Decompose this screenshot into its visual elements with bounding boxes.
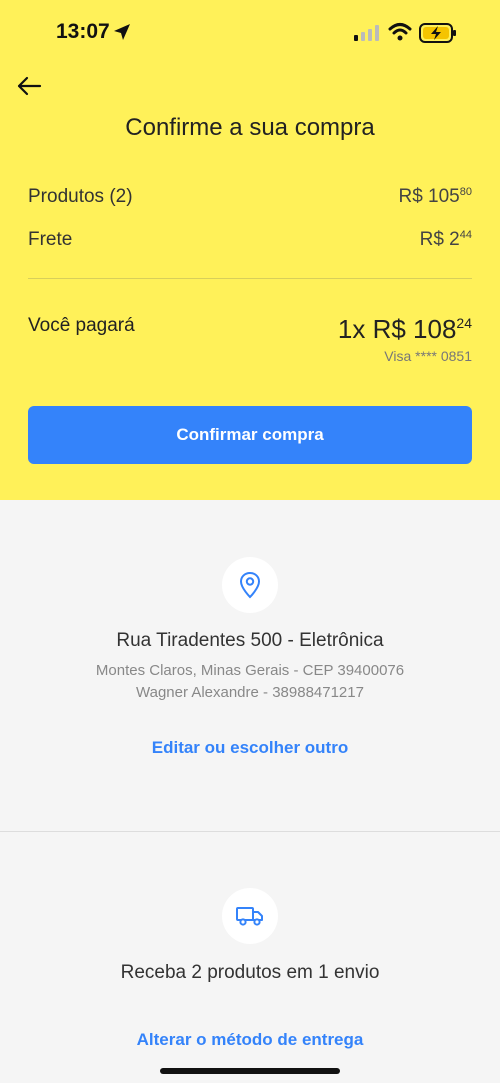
change-delivery-link[interactable]: Alterar o método de entrega <box>0 1030 500 1050</box>
location-arrow-icon <box>114 24 130 40</box>
signal-icon <box>354 25 379 41</box>
pay-cents: 24 <box>456 315 472 331</box>
location-pin-icon <box>239 571 261 599</box>
products-value: R$ 10580 <box>398 186 472 208</box>
home-indicator <box>160 1068 340 1074</box>
pay-label: Você pagará <box>28 315 135 336</box>
delivery-title: Receba 2 produtos em 1 envio <box>120 962 380 983</box>
payment-card: Visa **** 0851 <box>384 348 472 364</box>
pay-total: 1x R$ 10824 <box>338 314 472 345</box>
edit-address-link[interactable]: Editar ou escolher outro <box>0 738 500 758</box>
battery-charging-icon <box>419 23 456 43</box>
wifi-icon <box>388 23 412 41</box>
summary-divider <box>28 278 472 279</box>
section-divider <box>0 831 500 832</box>
address-recipient-line: Wagner Alexandre - 38988471217 <box>136 684 364 701</box>
products-label: Produtos (2) <box>28 186 133 207</box>
delivery-icon-badge <box>222 888 278 944</box>
page-title: Confirme a sua compra <box>125 114 375 141</box>
shipping-label: Frete <box>28 229 73 250</box>
confirm-purchase-button[interactable]: Confirmar compra <box>28 406 472 464</box>
shipping-cents: 44 <box>459 229 472 241</box>
status-time: 13:07 <box>56 20 110 43</box>
back-arrow-icon[interactable] <box>16 74 42 98</box>
products-cents: 80 <box>459 186 472 198</box>
address-title: Rua Tiradentes 500 - Eletrônica <box>116 630 384 651</box>
truck-icon <box>236 907 263 926</box>
products-amount: R$ 105 <box>398 186 460 207</box>
pay-amount: 1x R$ 108 <box>337 314 457 344</box>
location-icon-badge <box>222 557 278 613</box>
shipping-amount: R$ 2 <box>419 229 460 250</box>
shipping-value: R$ 244 <box>420 229 472 251</box>
status-bar: 13:07 <box>0 0 500 66</box>
address-city-line: Montes Claros, Minas Gerais - CEP 394000… <box>95 662 405 679</box>
